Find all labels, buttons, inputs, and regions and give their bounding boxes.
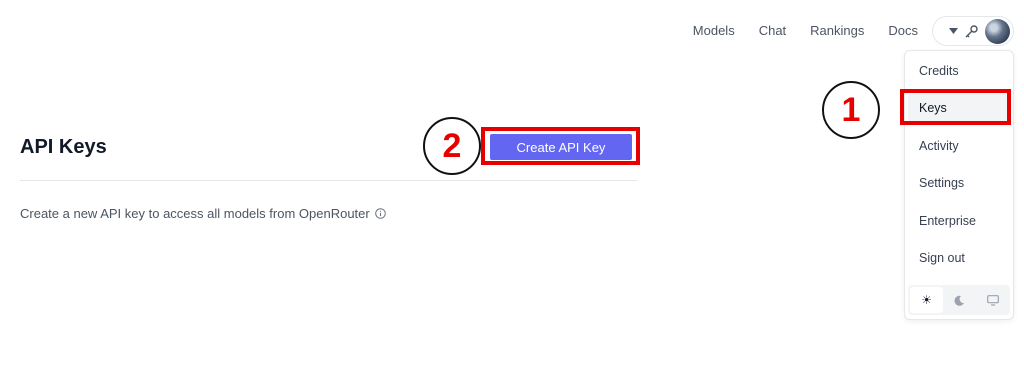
menu-item-credits[interactable]: Credits [908, 57, 1010, 85]
menu-item-sign-out[interactable]: Sign out [908, 244, 1010, 272]
divider [20, 180, 638, 181]
description-row: Create a new API key to access all model… [20, 206, 386, 221]
create-api-key-button[interactable]: Create API Key [490, 134, 632, 160]
chevron-down-icon [949, 28, 958, 34]
step-2-annotation: 2 [423, 117, 481, 175]
description-text: Create a new API key to access all model… [20, 206, 370, 221]
step-1-annotation: 1 [822, 81, 880, 139]
moon-icon[interactable] [943, 287, 976, 313]
menu-item-settings[interactable]: Settings [908, 169, 1010, 197]
menu-item-enterprise[interactable]: Enterprise [908, 207, 1010, 235]
nav-link-chat[interactable]: Chat [759, 16, 786, 46]
account-menu-button[interactable] [932, 16, 1014, 46]
menu-item-activity[interactable]: Activity [908, 132, 1010, 160]
page-title: API Keys [20, 136, 107, 158]
avatar[interactable] [985, 18, 1010, 44]
top-nav: Models Chat Rankings Docs [693, 16, 1014, 46]
info-icon[interactable] [374, 208, 386, 219]
keys-highlight-box [900, 89, 1011, 125]
nav-link-rankings[interactable]: Rankings [810, 16, 864, 46]
theme-switcher: ☀ [908, 285, 1010, 315]
monitor-icon[interactable] [977, 287, 1010, 313]
sun-icon[interactable]: ☀ [910, 287, 944, 313]
nav-link-models[interactable]: Models [693, 16, 735, 46]
key-icon [965, 24, 978, 38]
nav-link-docs[interactable]: Docs [888, 16, 918, 46]
